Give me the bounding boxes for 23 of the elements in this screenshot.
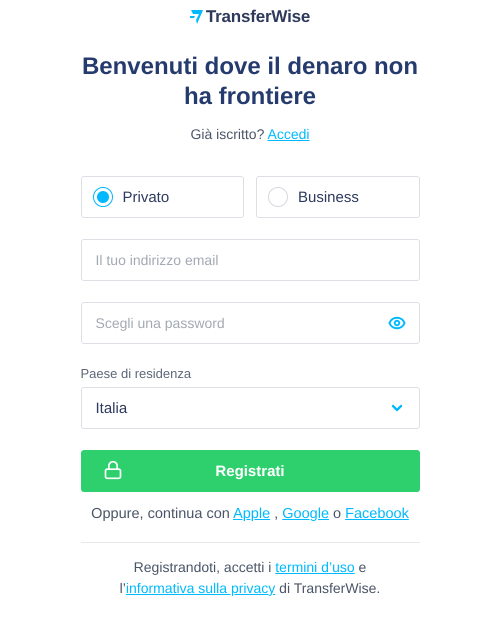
account-type-option[interactable]: Business <box>256 176 420 218</box>
account-type-option[interactable]: Privato <box>80 176 244 218</box>
radio-icon <box>268 187 288 207</box>
logo-text: TransferWise <box>206 7 310 27</box>
page-heading: Benvenuti dove il denaro non ha frontiere <box>80 52 420 112</box>
radio-icon <box>92 187 112 207</box>
email-field[interactable]: Il tuo indirizzo email <box>80 239 420 281</box>
password-field[interactable]: Scegli una password <box>80 302 420 344</box>
lock-icon <box>102 460 122 480</box>
link[interactable]: informativa sulla privacy <box>126 580 276 596</box>
link[interactable]: Apple <box>233 506 270 522</box>
eye-icon[interactable] <box>388 314 406 332</box>
country-select[interactable]: Italia <box>80 387 420 429</box>
link[interactable]: Facebook <box>345 506 409 522</box>
link[interactable]: termini d’uso <box>275 559 355 575</box>
terms-text: Registrandoti, accetti i termini d’uso e l’informativa sulla privacy di TransferWise. <box>118 558 382 598</box>
login-link[interactable]: Accedi <box>268 126 310 142</box>
register-button[interactable]: Registrati <box>80 450 420 492</box>
social-login-text: Oppure, continua con Apple , Google o Facebook <box>90 506 410 522</box>
logo-icon <box>190 9 204 25</box>
field-label: Paese di residenza <box>80 366 192 381</box>
link[interactable]: Google <box>282 506 330 522</box>
login-prompt: Già iscritto? Accedi <box>190 126 310 142</box>
